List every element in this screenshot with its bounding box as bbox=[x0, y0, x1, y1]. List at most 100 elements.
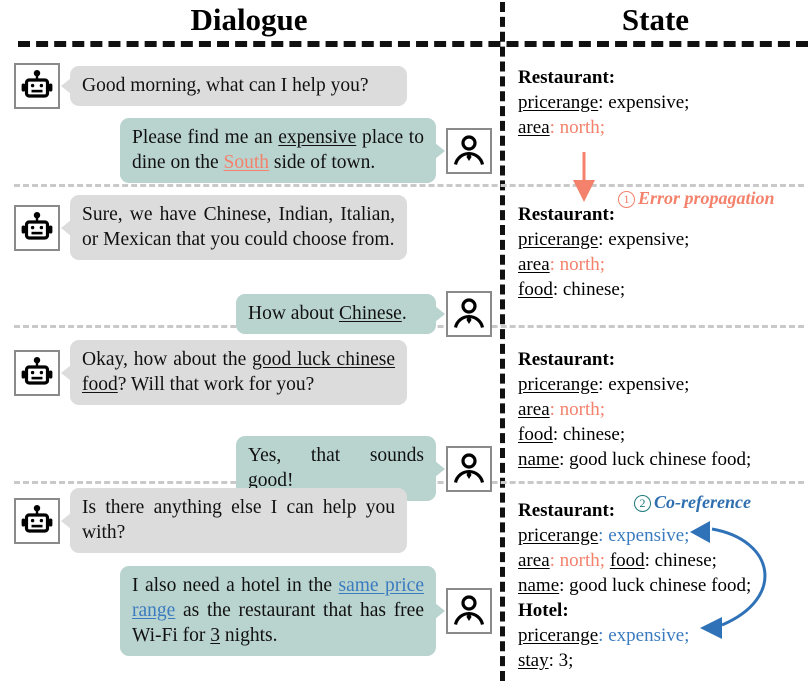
slot-key: pricerange bbox=[518, 525, 599, 546]
slot-value: : expensive; bbox=[598, 229, 690, 250]
slot-value: : north; bbox=[549, 550, 606, 571]
robot-icon-glyph bbox=[21, 356, 53, 385]
system-turn: Sure, we have Chinese, Indian, Italian, … bbox=[14, 195, 407, 260]
dialogue-column: Good morning, what can I help you? Please… bbox=[0, 50, 500, 681]
user-avatar bbox=[446, 127, 492, 174]
slot-key: pricerange bbox=[518, 625, 599, 646]
slot-key: area bbox=[518, 550, 550, 571]
state-block: Restaurant: pricerange: expensive; area: n… bbox=[518, 202, 808, 302]
highlight-span: Chinese bbox=[339, 303, 402, 324]
user-turn: I also need a hotel in the same price ra… bbox=[120, 566, 492, 656]
state-slot-line: pricerange: expensive; bbox=[518, 90, 808, 115]
state-slot-line: name: good luck chinese food; bbox=[518, 447, 808, 472]
annotation-error-propagation: 1 Error propagation bbox=[618, 188, 775, 209]
column-divider bbox=[500, 2, 505, 681]
user-message-bubble: Please find me an expensive place to din… bbox=[120, 118, 436, 183]
slot-key: pricerange bbox=[518, 374, 599, 395]
system-message-bubble: Sure, we have Chinese, Indian, Italian, … bbox=[70, 195, 407, 260]
system-avatar bbox=[14, 204, 60, 251]
user-avatar bbox=[446, 588, 492, 634]
text-span: Okay, how about the bbox=[82, 349, 253, 370]
text-span: ? Will that work for you? bbox=[117, 374, 315, 395]
state-column: Restaurant: pricerange: expensive; area: n… bbox=[518, 50, 808, 681]
state-block: Restaurant: pricerange: expensive; area: n… bbox=[518, 347, 808, 472]
state-domain-heading: Restaurant: bbox=[518, 67, 616, 88]
user-avatar bbox=[446, 291, 492, 337]
text-span: Is there anything else I can help you wi… bbox=[82, 497, 395, 543]
robot-icon-glyph bbox=[21, 211, 53, 240]
state-slot-line: area: north; bbox=[518, 252, 808, 277]
state-slot-line: pricerange: expensive; bbox=[518, 623, 808, 648]
state-block: Restaurant: pricerange: expensive; area: n… bbox=[518, 498, 808, 673]
text-span: Good morning, what can I help you? bbox=[82, 75, 369, 96]
text-span: Yes, that sounds good! bbox=[248, 445, 424, 491]
state-slot-line: food: chinese; bbox=[518, 277, 808, 302]
slot-value: : chinese; bbox=[644, 550, 717, 571]
slot-value: : north; bbox=[549, 254, 606, 275]
slot-value: : good luck chinese food; bbox=[559, 575, 752, 596]
user-avatar bbox=[446, 445, 492, 492]
slot-value: : chinese; bbox=[552, 279, 626, 300]
user-message-bubble: How about Chinese. bbox=[236, 294, 436, 334]
slot-key: stay bbox=[518, 650, 549, 671]
highlight-span: 3 bbox=[210, 625, 221, 646]
slot-key: area bbox=[518, 399, 550, 420]
slot-key: name bbox=[518, 575, 560, 596]
state-slot-line: name: good luck chinese food; bbox=[518, 573, 808, 598]
slot-key: pricerange bbox=[518, 92, 599, 113]
state-slot-line: food: chinese; bbox=[518, 422, 808, 447]
text-span: side of town. bbox=[269, 152, 376, 173]
annotation-error-label: Error propagation bbox=[638, 188, 775, 208]
slot-key: food bbox=[518, 279, 553, 300]
state-slot-line: area: north; bbox=[518, 115, 808, 140]
robot-icon-glyph bbox=[21, 70, 53, 98]
slot-key: food bbox=[518, 424, 553, 445]
text-span: How about bbox=[248, 303, 339, 324]
system-avatar bbox=[14, 349, 60, 396]
robot-icon-glyph bbox=[21, 504, 53, 533]
slot-value: : good luck chinese food; bbox=[559, 449, 752, 470]
slot-value: : expensive; bbox=[598, 92, 690, 113]
person-icon-glyph bbox=[453, 134, 485, 165]
state-slot-line: pricerange: expensive; bbox=[518, 523, 808, 548]
state-slot-line: pricerange: expensive; bbox=[518, 372, 808, 397]
slot-value: : expensive; bbox=[598, 525, 690, 546]
text-span: I also need a hotel in the bbox=[132, 575, 339, 596]
slot-value: : expensive; bbox=[598, 374, 690, 395]
text-span: Sure, we have Chinese, Indian, Italian, … bbox=[82, 204, 395, 250]
state-slot-line: area: north; bbox=[518, 397, 808, 422]
user-turn: Please find me an expensive place to din… bbox=[120, 118, 492, 183]
highlight-span: South bbox=[223, 152, 270, 173]
person-icon-glyph bbox=[453, 452, 485, 483]
person-icon-glyph bbox=[453, 595, 485, 625]
state-slot-line: stay: 3; bbox=[518, 648, 808, 673]
header-divider bbox=[18, 41, 808, 47]
column-headers: Dialogue State bbox=[0, 0, 808, 44]
system-message-bubble: Okay, how about the good luck chinese fo… bbox=[70, 340, 407, 405]
state-domain-heading: Restaurant: bbox=[518, 349, 616, 370]
dialogue-column-title: Dialogue bbox=[190, 2, 308, 37]
highlight-span: expensive bbox=[278, 127, 357, 148]
state-slot-line: area: north; food: chinese; bbox=[518, 548, 808, 573]
annotation-co-reference: 2 Co-reference bbox=[634, 492, 751, 513]
text-span: as the restaurant that has free Wi-Fi fo… bbox=[132, 600, 424, 646]
user-turn: How about Chinese. bbox=[236, 291, 492, 337]
system-message-bubble: Is there anything else I can help you wi… bbox=[70, 488, 407, 553]
text-span: nights. bbox=[220, 625, 278, 646]
annotation-coref-label: Co-reference bbox=[654, 492, 751, 512]
slot-value: : north; bbox=[549, 117, 606, 138]
system-turn: Is there anything else I can help you wi… bbox=[14, 488, 407, 553]
system-avatar bbox=[14, 497, 60, 544]
text-span: Please find me an bbox=[132, 127, 279, 148]
system-avatar bbox=[14, 63, 60, 109]
text-span: . bbox=[401, 303, 407, 324]
slot-key: area bbox=[518, 254, 550, 275]
state-block: Restaurant: pricerange: expensive; area: n… bbox=[518, 65, 808, 140]
system-turn: Okay, how about the good luck chinese fo… bbox=[14, 340, 407, 405]
system-message-bubble: Good morning, what can I help you? bbox=[70, 66, 407, 106]
slot-value: : expensive; bbox=[598, 625, 690, 646]
state-column-title: State bbox=[621, 2, 690, 37]
slot-value: : chinese; bbox=[552, 424, 626, 445]
slot-value: : north; bbox=[549, 399, 606, 420]
system-turn: Good morning, what can I help you? bbox=[14, 63, 407, 109]
